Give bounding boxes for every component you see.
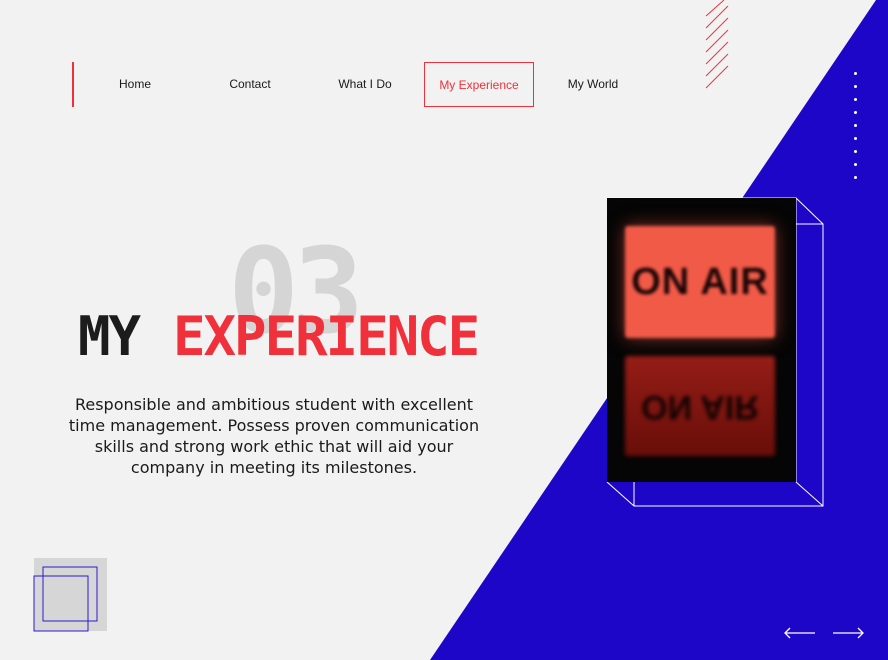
- dots-decoration: [852, 72, 860, 189]
- on-air-reflection-text: ON AIR: [641, 387, 759, 426]
- nav-item-my-world[interactable]: My World: [538, 62, 648, 107]
- on-air-reflection: ON AIR: [625, 356, 775, 456]
- title-part-my: MY: [78, 305, 141, 368]
- arrow-left-icon[interactable]: [784, 626, 816, 640]
- squares-decoration: [33, 558, 107, 632]
- nav-accent-line: [72, 62, 74, 107]
- nav-item-contact[interactable]: Contact: [195, 62, 305, 107]
- nav-item-what-i-do[interactable]: What I Do: [310, 62, 420, 107]
- on-air-sign: ON AIR: [625, 226, 775, 338]
- nav-item-home[interactable]: Home: [80, 62, 190, 107]
- page-title: MY EXPERIENCE: [78, 310, 480, 364]
- hero-description: Responsible and ambitious student with e…: [68, 395, 480, 477]
- nav-item-my-experience[interactable]: My Experience: [424, 62, 534, 107]
- arrow-right-icon[interactable]: [832, 626, 864, 640]
- red-hatch-decoration: [705, 0, 729, 89]
- on-air-sign-photo: ON AIR ON AIR: [607, 198, 796, 482]
- title-part-experience: EXPERIENCE: [173, 305, 480, 368]
- on-air-text: ON AIR: [631, 260, 769, 303]
